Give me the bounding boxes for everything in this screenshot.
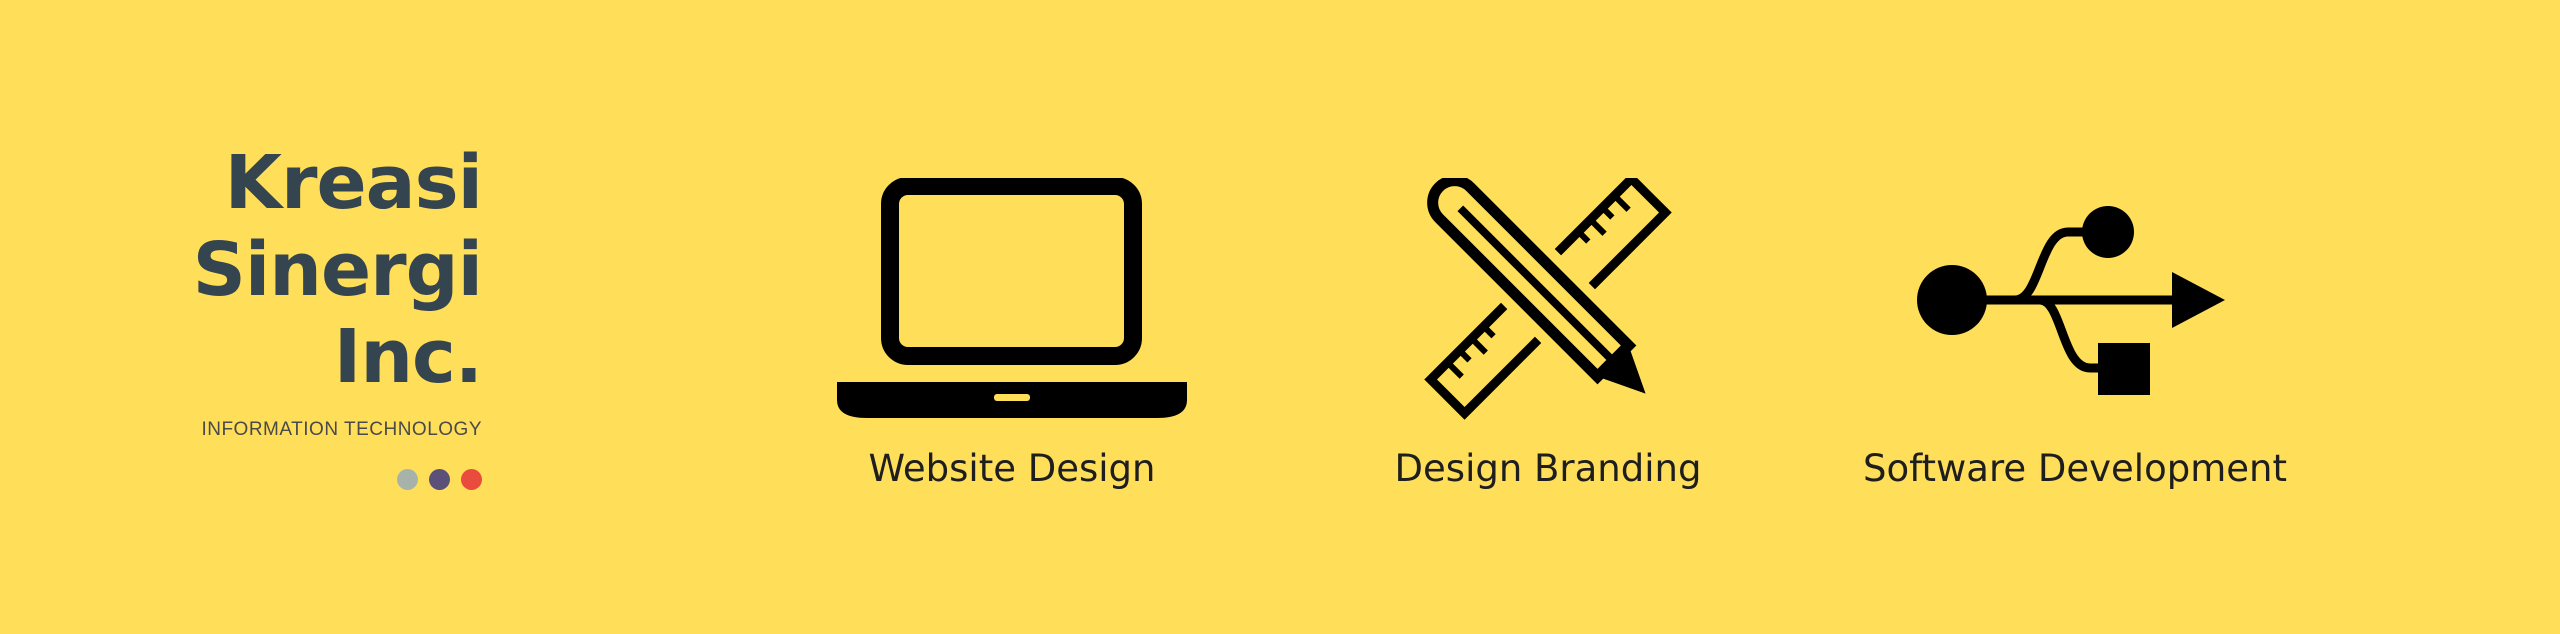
service-label: Website Design	[868, 447, 1156, 490]
service-design-branding: Design Branding	[1318, 178, 1778, 490]
company-name: Kreasi Sinergi Inc.	[190, 140, 483, 401]
service-website-design: Website Design	[782, 178, 1242, 490]
laptop-icon	[782, 178, 1242, 423]
company-name-line-2: Sinergi	[192, 227, 483, 313]
ruler-pencil-icon	[1318, 178, 1778, 423]
company-tagline: INFORMATION TECHNOLOGY	[201, 419, 482, 440]
brand-block: Kreasi Sinergi Inc. INFORMATION TECHNOLO…	[190, 140, 483, 490]
service-label: Software Development	[1863, 447, 2287, 490]
company-name-line-1: Kreasi	[224, 140, 483, 226]
usb-icon	[1845, 178, 2305, 423]
dot-3	[461, 469, 482, 490]
dot-2	[429, 469, 450, 490]
company-name-line-3: Inc.	[333, 314, 483, 400]
decorative-dots	[190, 469, 482, 490]
service-software-development: Software Development	[1845, 178, 2305, 490]
dot-1	[397, 469, 418, 490]
service-label: Design Branding	[1394, 447, 1702, 490]
